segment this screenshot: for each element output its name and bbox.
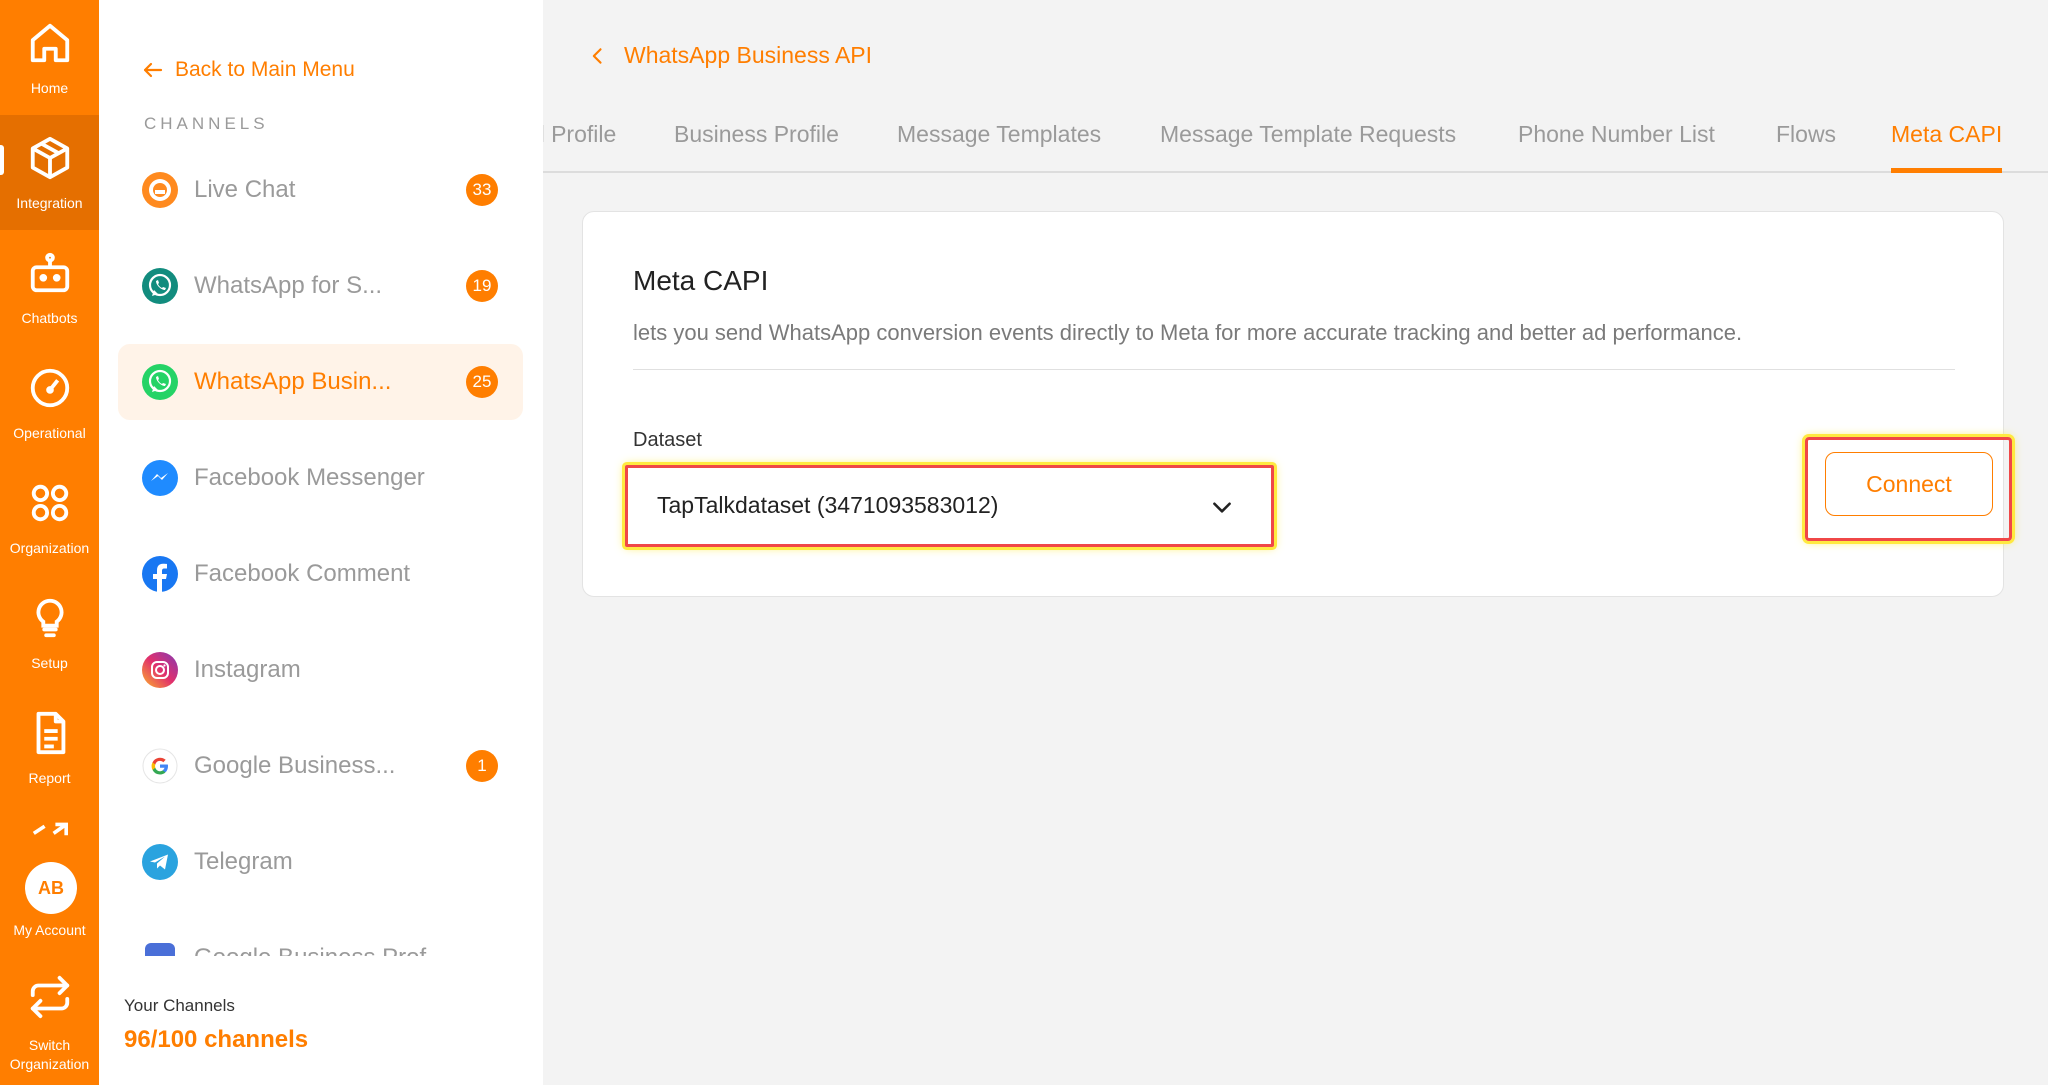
nav-label: Organization <box>9 540 90 556</box>
nav-report[interactable]: Report <box>0 690 99 805</box>
channel-label: Google Business... <box>194 752 396 779</box>
nav-switch-organization[interactable]: Switch Organization <box>0 970 99 1085</box>
facebook-icon <box>142 556 178 592</box>
tab-business-profile[interactable]: Business Profile <box>674 121 839 173</box>
channel-facebook-comment[interactable]: Facebook Comment <box>118 536 523 612</box>
left-nav: Home Integration Chatbots Operational Or… <box>0 0 99 1085</box>
lightbulb-icon <box>27 595 73 641</box>
nav-label: Chatbots <box>21 310 78 326</box>
divider <box>633 369 1955 370</box>
google-icon <box>142 748 178 784</box>
channel-label: Live Chat <box>194 176 296 203</box>
nav-label: Switch <box>28 1037 71 1053</box>
card-title: Meta CAPI <box>633 265 769 296</box>
unread-badge: 19 <box>466 270 498 302</box>
telegram-icon <box>142 844 178 880</box>
your-channels-label: Your Channels <box>124 996 235 1015</box>
nav-home[interactable]: Home <box>0 0 99 115</box>
avatar[interactable]: AB <box>25 862 77 914</box>
channel-label: Facebook Comment <box>194 560 411 587</box>
channel-label: Telegram <box>194 848 293 875</box>
channel-live-chat[interactable]: Live Chat 33 <box>118 152 523 228</box>
channel-label: Google Business Prof... <box>194 944 446 956</box>
nav-integration[interactable]: Integration <box>0 115 99 230</box>
dataset-selected-value: TapTalkdataset (3471093583012) <box>657 492 999 518</box>
channel-label: WhatsApp Busin... <box>194 368 392 395</box>
arrow-left-icon <box>143 62 163 78</box>
tab-phone-number-list[interactable]: Phone Number List <box>1518 121 1715 173</box>
breadcrumb[interactable]: WhatsApp Business API <box>588 42 872 69</box>
tab-message-templates[interactable]: Message Templates <box>897 121 1101 173</box>
channel-label: Facebook Messenger <box>194 464 425 491</box>
nav-operational[interactable]: Operational <box>0 345 99 460</box>
channel-count: 96/100 channels <box>124 1026 309 1053</box>
tab-meta-capi[interactable]: Meta CAPI <box>1891 121 2003 173</box>
nav-setup[interactable]: Setup <box>0 575 99 690</box>
channel-google-business[interactable]: Google Business... 1 <box>118 728 523 804</box>
meta-capi-card: Meta CAPI lets you send WhatsApp convers… <box>582 211 2012 597</box>
grid-circles-icon <box>27 480 73 526</box>
instagram-icon <box>142 652 178 688</box>
dataset-label: Dataset <box>633 429 702 451</box>
back-to-main-menu-link[interactable]: Back to Main Menu <box>141 54 355 86</box>
main-content: WhatsApp Business API Channel Profile Bu… <box>543 0 2048 1085</box>
nav-organization[interactable]: Organization <box>0 460 99 575</box>
active-indicator <box>0 145 4 175</box>
channel-facebook-messenger[interactable]: Facebook Messenger <box>118 440 523 516</box>
tab-message-template-requests[interactable]: Message Template Requests <box>1160 121 1456 173</box>
channel-label: WhatsApp for S... <box>194 272 383 299</box>
channels-section-label: CHANNELS <box>144 114 269 133</box>
channel-google-business-profile[interactable]: Google Business Prof... <box>118 920 523 956</box>
nav-chatbots[interactable]: Chatbots <box>0 230 99 345</box>
breadcrumb-title: WhatsApp Business API <box>624 42 873 68</box>
nav-label: My Account <box>13 922 86 938</box>
tab-bar: Channel Profile Business Profile Message… <box>543 117 2048 173</box>
unread-badge: 25 <box>466 366 498 398</box>
chevron-left-icon <box>592 47 602 64</box>
whatsapp-icon <box>142 268 178 304</box>
dataset-select[interactable]: TapTalkdataset (3471093583012) <box>633 474 1265 538</box>
nav-my-account[interactable]: AB My Account <box>0 805 99 938</box>
unread-badge: 33 <box>466 174 498 206</box>
switch-icon <box>27 974 73 1020</box>
nav-label: Setup <box>31 655 68 671</box>
channel-whatsapp-sme[interactable]: WhatsApp for S... 19 <box>118 248 523 324</box>
channels-sidebar: Back to Main Menu CHANNELS Live Chat 33 … <box>99 0 543 1085</box>
nav-label: Integration <box>16 195 83 211</box>
channel-whatsapp-business-api[interactable]: WhatsApp Busin... 25 <box>118 344 523 420</box>
nav-label: Operational <box>13 425 86 441</box>
chevron-down-icon <box>1213 502 1231 513</box>
back-link-label: Back to Main Menu <box>175 58 355 81</box>
arrow-expand-icon <box>27 819 73 837</box>
cube-icon <box>27 135 73 181</box>
tab-channel-profile[interactable]: Channel Profile <box>543 121 616 173</box>
nav-label: Organization <box>9 1056 90 1072</box>
channel-label: Instagram <box>194 656 301 683</box>
whatsapp-icon <box>142 364 178 400</box>
tab-flows[interactable]: Flows <box>1776 121 1836 173</box>
unread-badge: 1 <box>466 750 498 782</box>
google-business-icon <box>142 940 178 956</box>
messenger-icon <box>142 460 178 496</box>
connect-button[interactable]: Connect <box>1825 452 1993 516</box>
livechat-icon <box>142 172 178 208</box>
channel-telegram[interactable]: Telegram <box>118 824 523 900</box>
gauge-icon <box>27 365 73 411</box>
home-icon <box>27 20 73 66</box>
nav-label: Home <box>30 80 69 96</box>
card-description: lets you send WhatsApp conversion events… <box>633 320 1743 345</box>
robot-icon <box>27 250 73 296</box>
document-icon <box>27 710 73 756</box>
nav-label: Report <box>28 770 71 786</box>
channel-instagram[interactable]: Instagram <box>118 632 523 708</box>
